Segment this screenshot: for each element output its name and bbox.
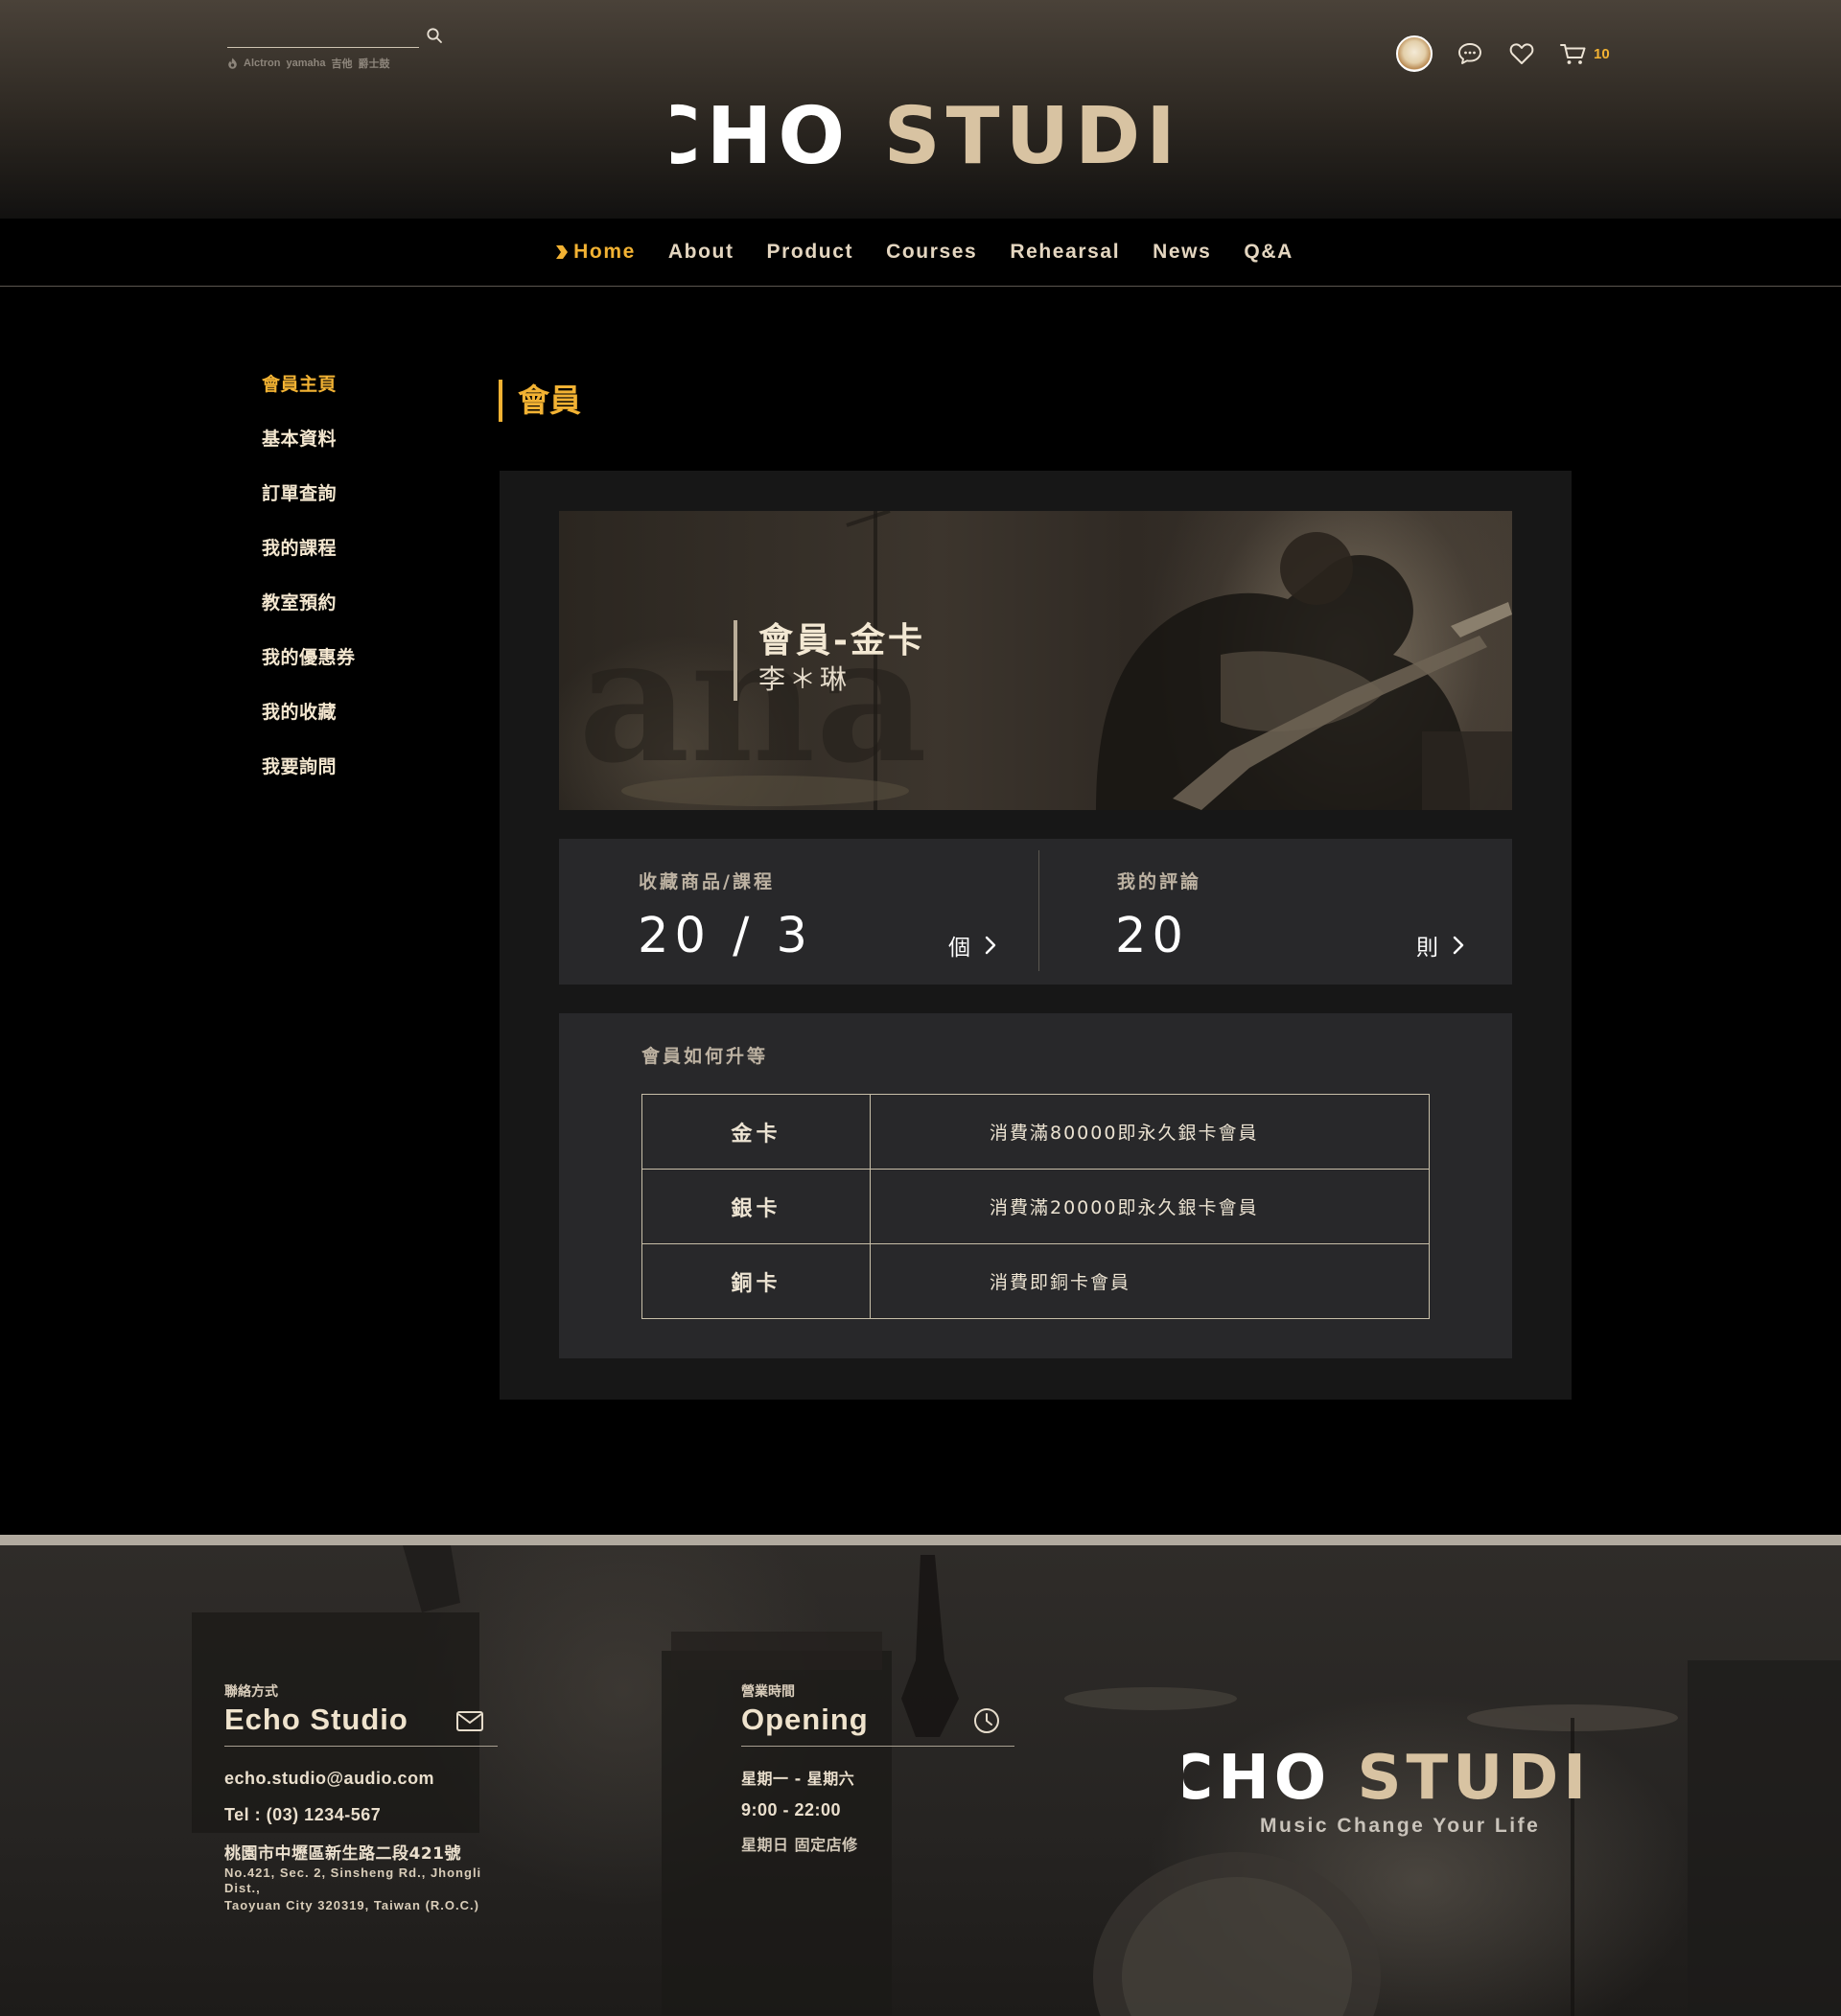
nav-home-label: Home (573, 241, 636, 263)
sidebar-item-member-home[interactable]: 會員主頁 (262, 370, 356, 425)
user-toolbar: 10 (1396, 35, 1610, 73)
fire-icon (228, 58, 237, 69)
table-row: 銅卡 消費即銅卡會員 (641, 1243, 1430, 1319)
search-icon[interactable] (426, 27, 443, 44)
tier-name: 銅卡 (641, 1243, 871, 1319)
nav-about[interactable]: About (668, 241, 734, 264)
contact-label: 聯絡方式 (224, 1684, 278, 1700)
stat-value: 20 / 3 (638, 908, 813, 964)
hot-tag[interactable]: 吉他 (331, 56, 352, 71)
main-nav: Home About Product Courses Rehearsal New… (0, 219, 1841, 287)
tier-rule: 消費即銅卡會員 (870, 1243, 1430, 1319)
hot-search-tags: Alctron yamaha 吉他 爵士鼓 (227, 56, 389, 71)
page-title: 會員 (499, 380, 581, 422)
stat-unit: 個 (948, 936, 970, 961)
hours-heading: Opening (741, 1703, 1014, 1747)
contact-heading: Echo Studio (224, 1703, 498, 1747)
tier-name: 銀卡 (641, 1169, 871, 1244)
cart-count-badge: 10 (1594, 45, 1610, 62)
hours-heading-text: Opening (741, 1703, 869, 1736)
svg-text:ECHO STUDIO: ECHO STUDIO (1183, 1743, 1586, 1808)
avatar[interactable] (1396, 35, 1433, 72)
member-tier-title: 會員-金卡 (758, 621, 925, 660)
member-sidebar: 會員主頁 基本資料 訂單查詢 我的課程 教室預約 我的優惠券 我的收藏 我要詢問 (262, 370, 356, 807)
nav-home[interactable]: Home (555, 241, 636, 264)
nav-product[interactable]: Product (767, 241, 854, 264)
footer-contact: 聯絡方式 Echo Studio echo.studio@audio.com T… (224, 1681, 498, 1913)
hours-days: 星期一 - 星期六 (741, 1770, 855, 1788)
search-input[interactable] (227, 25, 419, 48)
heart-icon[interactable] (1507, 39, 1536, 68)
cart-icon[interactable] (1559, 39, 1588, 68)
tier-name: 金卡 (641, 1094, 871, 1170)
chevron-right-icon (556, 245, 569, 259)
footer-hours: 營業時間 Opening 星期一 - 星期六 9:00 - 22:00 星期日 … (741, 1681, 1014, 1855)
hot-tag[interactable]: Alctron (244, 58, 281, 69)
stat-value: 20 (1115, 908, 1189, 964)
table-row: 銀卡 消費滿20000即永久銀卡會員 (641, 1169, 1430, 1244)
tier-rule: 消費滿20000即永久銀卡會員 (870, 1169, 1430, 1244)
sidebar-item-courses[interactable]: 我的課程 (262, 534, 356, 589)
table-row: 金卡 消費滿80000即永久銀卡會員 (641, 1094, 1430, 1170)
chevron-right-icon (985, 936, 996, 955)
search-box (227, 25, 446, 48)
stat-label: 收藏商品/課程 (639, 871, 775, 892)
upgrade-title: 會員如何升等 (641, 1046, 769, 1067)
stat-unit: 則 (1416, 936, 1438, 961)
stat-reviews-link[interactable]: 則 (1416, 929, 1465, 962)
sidebar-item-coupons[interactable]: 我的優惠券 (262, 643, 356, 698)
contact-address-zh: 桃園市中壢區新生路二段421號 (224, 1844, 461, 1864)
stat-label: 我的評論 (1117, 871, 1202, 892)
sidebar-item-profile[interactable]: 基本資料 (262, 425, 356, 479)
hot-tag[interactable]: 爵士鼓 (358, 56, 389, 71)
member-name: 李＊琳 (758, 663, 851, 695)
stat-favorites: 收藏商品/課程 20 / 3 個 (559, 839, 1038, 985)
footer-logo[interactable]: ECHO STUDIO (1183, 1741, 1586, 1808)
contact-email[interactable]: echo.studio@audio.com (224, 1769, 498, 1789)
sidebar-item-orders[interactable]: 訂單查詢 (262, 479, 356, 534)
footer-slogan: Music Change Your Life (1260, 1815, 1541, 1837)
site-footer: 聯絡方式 Echo Studio echo.studio@audio.com T… (0, 1535, 1841, 2016)
member-banner: ana 會員-金卡 李＊琳 (559, 511, 1512, 810)
contact-address-en-1: No.421, Sec. 2, Sinsheng Rd., Jhongli Di… (224, 1865, 482, 1895)
member-panel: ana 會員-金卡 李＊琳 收藏商品/課程 20 / 3 個 我的評論 20 則… (500, 471, 1572, 1400)
contact-address-en-2: Taoyuan City 320319, Taiwan (R.O.C.) (224, 1898, 479, 1912)
mail-icon[interactable] (455, 1706, 484, 1735)
sidebar-item-room-booking[interactable]: 教室預約 (262, 589, 356, 643)
hours-label: 營業時間 (741, 1684, 795, 1700)
nav-courses[interactable]: Courses (886, 241, 977, 264)
sidebar-item-inquiry[interactable]: 我要詢問 (262, 753, 356, 807)
chat-icon[interactable] (1456, 39, 1484, 68)
tier-rule: 消費滿80000即永久銀卡會員 (870, 1094, 1430, 1170)
guitarist-photo: ana (578, 511, 1512, 810)
member-stats: 收藏商品/課程 20 / 3 個 我的評論 20 則 (559, 839, 1512, 985)
stat-reviews: 我的評論 20 則 (1038, 839, 1512, 985)
hours-closed: 星期日 固定店修 (741, 1836, 858, 1854)
site-logo[interactable]: ECHO STUDIO (584, 91, 1248, 182)
site-header: Alctron yamaha 吉他 爵士鼓 10 ECHO STUDIO (0, 0, 1841, 219)
nav-rehearsal[interactable]: Rehearsal (1010, 241, 1120, 264)
nav-qa[interactable]: Q&A (1244, 241, 1293, 264)
clock-icon (974, 1708, 999, 1733)
member-tier-block: 會員-金卡 李＊琳 (734, 620, 925, 701)
chevron-right-icon (1453, 936, 1464, 955)
svg-text:ECHO STUDIO: ECHO STUDIO (671, 92, 1170, 178)
stat-favorites-link[interactable]: 個 (948, 929, 997, 962)
sidebar-item-favorites[interactable]: 我的收藏 (262, 698, 356, 753)
site-logo-graphic: ECHO STUDIO (584, 91, 1248, 182)
hours-time: 9:00 - 22:00 (741, 1800, 842, 1819)
upgrade-info: 會員如何升等 金卡 消費滿80000即永久銀卡會員 銀卡 消費滿20000即永久… (559, 1013, 1512, 1358)
nav-news[interactable]: News (1153, 241, 1211, 264)
contact-phone[interactable]: Tel : (03) 1234-567 (224, 1805, 498, 1825)
contact-heading-text: Echo Studio (224, 1703, 408, 1736)
upgrade-table: 金卡 消費滿80000即永久銀卡會員 銀卡 消費滿20000即永久銀卡會員 銅卡… (641, 1094, 1430, 1319)
hot-tag[interactable]: yamaha (287, 58, 326, 69)
